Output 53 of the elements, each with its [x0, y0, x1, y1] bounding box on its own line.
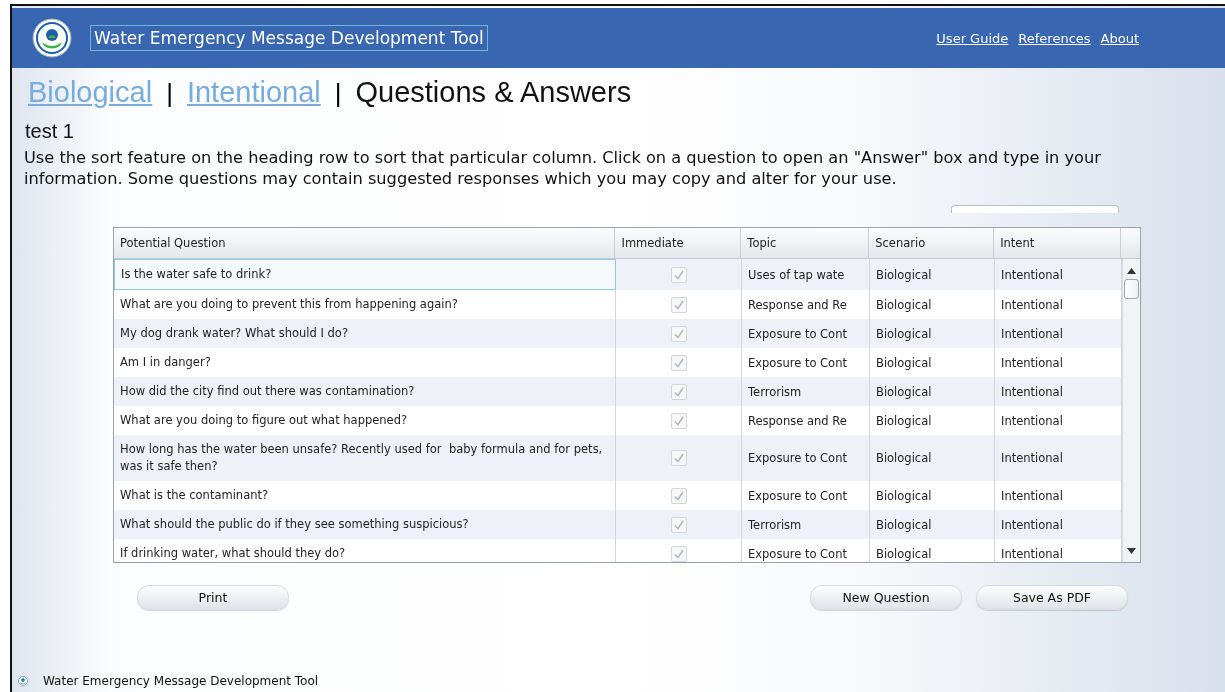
- checkbox[interactable]: [670, 545, 687, 562]
- scroll-down-icon[interactable]: [1127, 548, 1136, 554]
- topic-cell: Exposure to Cont: [742, 539, 870, 562]
- checkbox[interactable]: [670, 487, 687, 504]
- app-title: Water Emergency Message Development Tool: [90, 25, 488, 51]
- nav-link[interactable]: About: [1100, 30, 1139, 46]
- scrollbar[interactable]: [1122, 259, 1140, 562]
- checkbox[interactable]: [670, 325, 687, 342]
- action-button[interactable]: Save As PDF: [976, 585, 1128, 610]
- column-header[interactable]: Potential Question: [114, 228, 616, 258]
- checkbox[interactable]: [670, 354, 687, 371]
- logo-icon: [32, 18, 72, 58]
- scenario-cell: Biological: [870, 319, 995, 348]
- topic-cell: Terrorism: [742, 510, 870, 539]
- separator: |: [166, 78, 173, 109]
- text-field[interactable]: [951, 205, 1119, 213]
- scenario-cell: Biological: [870, 259, 995, 290]
- action-button[interactable]: New Question: [810, 585, 962, 610]
- checkbox[interactable]: [670, 412, 687, 429]
- checkbox[interactable]: [670, 266, 687, 283]
- topic-cell: Exposure to Cont: [742, 435, 870, 481]
- scenario-cell: Biological: [870, 539, 995, 562]
- scroll-up-icon[interactable]: [1127, 268, 1136, 274]
- column-header[interactable]: Scenario: [869, 228, 995, 258]
- topic-cell: Uses of tap wate: [742, 259, 870, 290]
- nav-link[interactable]: User Guide: [936, 30, 1009, 46]
- scenario-cell: Biological: [870, 510, 995, 539]
- instructions-text: Use the sort feature on the heading row to sort that particular column. Click on a question to open an "Answer" box and type in your information. Some questions may contain suggested responses which you may copy and alter for your use.: [24, 147, 1102, 189]
- checkbox[interactable]: [670, 450, 687, 466]
- page-title: Questions & Answers: [355, 76, 632, 109]
- scenario-cell: Biological: [870, 435, 995, 481]
- app-icon: [17, 675, 29, 687]
- nav-link[interactable]: References: [1018, 30, 1091, 46]
- question-cell[interactable]: What should the public do if they see something suspicious?: [114, 510, 616, 539]
- scenario-cell: Biological: [870, 377, 995, 406]
- topic-cell: Terrorism: [742, 377, 870, 406]
- question-cell[interactable]: How long has the water been unsafe? Recently used for baby formula and for pets, was it safe then?: [114, 435, 616, 481]
- page-heading: test 1: [25, 120, 75, 143]
- checkbox[interactable]: [670, 516, 687, 533]
- scroll-thumb[interactable]: [1124, 279, 1139, 299]
- question-cell[interactable]: Is the water safe to drink?: [114, 259, 616, 290]
- question-cell[interactable]: If drinking water, what should they do?: [114, 539, 616, 562]
- checkbox[interactable]: [670, 296, 687, 313]
- topic-cell: Exposure to Cont: [742, 319, 870, 348]
- checkbox[interactable]: [670, 383, 687, 400]
- question-cell[interactable]: How did the city find out there was contamination?: [114, 377, 616, 406]
- column-header[interactable]: Intent: [994, 228, 1121, 258]
- separator: |: [334, 78, 342, 109]
- action-button[interactable]: Print: [137, 585, 289, 610]
- column-header[interactable]: Immediate: [615, 228, 742, 258]
- column-header[interactable]: Topic: [741, 228, 870, 258]
- status-text: Water Emergency Message Development Tool: [43, 674, 319, 688]
- question-cell[interactable]: My dog drank water? What should I do?: [114, 319, 616, 348]
